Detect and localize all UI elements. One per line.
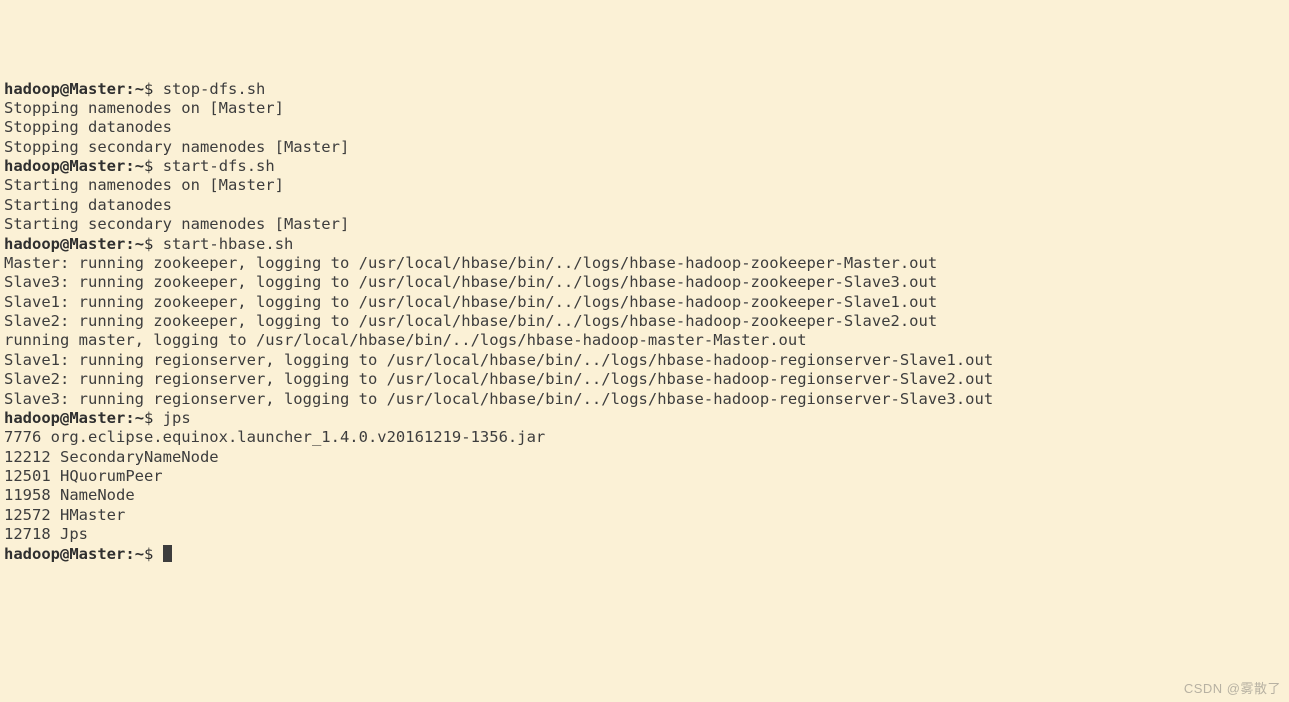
- output-line: Slave3: running zookeeper, logging to /u…: [4, 273, 1285, 292]
- output-line: Starting datanodes: [4, 196, 1285, 215]
- prompt-line: hadoop@Master:~$: [4, 545, 1285, 564]
- cursor-icon: [163, 545, 172, 562]
- command-text: start-dfs.sh: [163, 157, 275, 175]
- output-line: 12501 HQuorumPeer: [4, 467, 1285, 486]
- prompt-line: hadoop@Master:~$ start-hbase.sh: [4, 235, 1285, 254]
- output-line: 12212 SecondaryNameNode: [4, 448, 1285, 467]
- prompt-user: hadoop: [4, 80, 60, 98]
- command-text: stop-dfs.sh: [163, 80, 266, 98]
- prompt-line: hadoop@Master:~$ jps: [4, 409, 1285, 428]
- prompt-host: Master: [69, 80, 125, 98]
- output-line: Starting namenodes on [Master]: [4, 176, 1285, 195]
- output-line: 12572 HMaster: [4, 506, 1285, 525]
- prompt-line: hadoop@Master:~$ stop-dfs.sh: [4, 80, 1285, 99]
- output-line: Slave2: running zookeeper, logging to /u…: [4, 312, 1285, 331]
- prompt-line: hadoop@Master:~$ start-dfs.sh: [4, 157, 1285, 176]
- output-line: 7776 org.eclipse.equinox.launcher_1.4.0.…: [4, 428, 1285, 447]
- watermark-text: CSDN @雾散了: [1184, 681, 1281, 697]
- output-line: Stopping datanodes: [4, 118, 1285, 137]
- output-line: Slave3: running regionserver, logging to…: [4, 390, 1285, 409]
- output-line: Slave1: running regionserver, logging to…: [4, 351, 1285, 370]
- output-line: Starting secondary namenodes [Master]: [4, 215, 1285, 234]
- command-text: start-hbase.sh: [163, 235, 294, 253]
- output-line: Slave1: running zookeeper, logging to /u…: [4, 293, 1285, 312]
- output-line: running master, logging to /usr/local/hb…: [4, 331, 1285, 350]
- output-line: Master: running zookeeper, logging to /u…: [4, 254, 1285, 273]
- output-line: Stopping namenodes on [Master]: [4, 99, 1285, 118]
- output-line: 12718 Jps: [4, 525, 1285, 544]
- command-text: jps: [163, 409, 191, 427]
- prompt-path: ~: [135, 80, 144, 98]
- output-line: Stopping secondary namenodes [Master]: [4, 138, 1285, 157]
- output-line: Slave2: running regionserver, logging to…: [4, 370, 1285, 389]
- output-line: 11958 NameNode: [4, 486, 1285, 505]
- terminal-output[interactable]: hadoop@Master:~$ stop-dfs.shStopping nam…: [4, 80, 1285, 564]
